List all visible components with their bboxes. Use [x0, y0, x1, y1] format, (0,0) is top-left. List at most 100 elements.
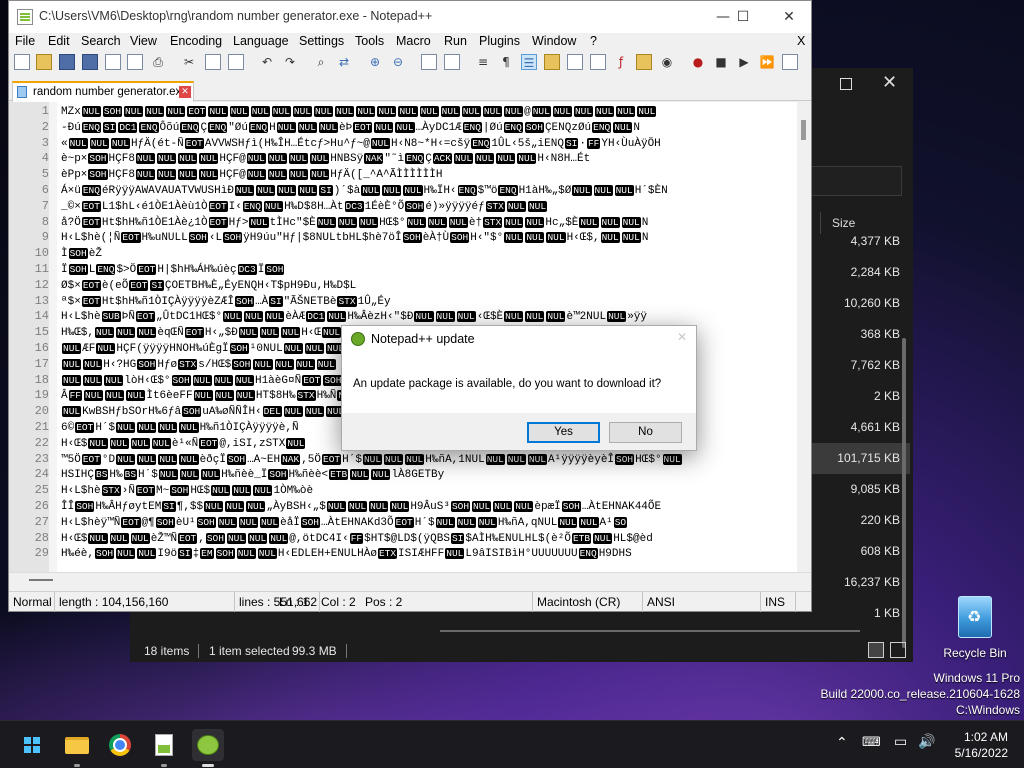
scroll-thumb[interactable]: [801, 120, 806, 140]
no-button[interactable]: No: [609, 422, 682, 443]
menu-view[interactable]: View: [130, 34, 157, 48]
zoom-in-icon[interactable]: ⊕: [367, 54, 383, 70]
yes-button[interactable]: Yes: [527, 422, 600, 443]
code-line[interactable]: «NUL NUL NUL HƒÄ(ét-Ñ EOT AVVWSHƒì(H‰ÎH…Étcƒ>…: [61, 136, 799, 152]
code-line[interactable]: ™5Ö EOT °D NUL NUL NUL NUL èðçÏ SOH …A~EH NAK ,5Ö EO…: [61, 452, 799, 468]
file-size-cell[interactable]: 4,661 KB: [810, 412, 910, 443]
file-size-cell[interactable]: 10,260 KB: [810, 288, 910, 319]
close-button[interactable]: ✕: [769, 5, 809, 29]
zoom-out-icon[interactable]: ⊖: [390, 54, 406, 70]
file-size-cell[interactable]: 9,085 KB: [810, 474, 910, 505]
menu-language[interactable]: Language: [233, 34, 289, 48]
code-line[interactable]: Ï SOH L ENQ $>Ö EOT H|$hH‰ÁH‰úèç DC3 Ï SOH: [61, 262, 799, 278]
file-size-cell[interactable]: 220 KB: [810, 505, 910, 536]
start-icon[interactable]: [16, 729, 48, 761]
show-all-characters-icon[interactable]: ¶: [498, 54, 514, 70]
code-line[interactable]: ª$× EOT Ht$hH‰ñ1ÒIÇÀÿÿÿÿèZÆÎ SOH …À SI "ÃŠNETB…: [61, 294, 799, 310]
horizontal-scroll-thumb[interactable]: [29, 579, 53, 581]
record-macro-icon[interactable]: ●: [690, 54, 706, 70]
code-line[interactable]: H‹Œ$ NUL NUL NUL èŽ™Ñ EOT, SOH NUL NUL NUL @,ötDC4…: [61, 531, 799, 547]
keyboard-icon[interactable]: ⌨: [862, 735, 881, 768]
file-size-cell[interactable]: 16,237 KB: [810, 567, 910, 598]
chrome-icon[interactable]: [104, 729, 136, 761]
word-wrap-icon[interactable]: ≡: [475, 54, 491, 70]
menu-help[interactable]: ?: [590, 34, 597, 48]
indent-guide-icon[interactable]: ☰: [521, 54, 537, 70]
file-size-cell[interactable]: 368 KB: [810, 319, 910, 350]
code-line[interactable]: H‹L$hè(¦Ñ EOT H‰uNULL SOH ‹L SOH ÿH9úu"Hƒ|$8NU…: [61, 230, 799, 246]
code-line[interactable]: å?Ö EOT Ht$hH‰ñ1ÒE1Àè¿1Ò EOT Hƒ> NUL tÌHc"$È NU…: [61, 215, 799, 231]
code-line[interactable]: H‹L$hèÿ™Ñ EOT @¶ SOH èU¹ SOH NUL NUL NUL èåÏ SOH …À…: [61, 515, 799, 531]
details-view-icon[interactable]: [868, 642, 884, 658]
explorer-search-box[interactable]: [810, 166, 902, 196]
file-explorer-icon[interactable]: [61, 729, 93, 761]
code-line[interactable]: ÎÎ SOH H‰ÂHƒøytEM SI ¶,$$ NUL NUL NUL „ÀyBSH‹„$ N…: [61, 499, 799, 515]
status-eol[interactable]: Macintosh (CR): [533, 592, 643, 612]
tiles-view-icon[interactable]: [890, 642, 906, 658]
system-clock[interactable]: 1:02 AM 5/16/2022: [938, 729, 1008, 761]
menu-settings[interactable]: Settings: [299, 34, 344, 48]
menu-window[interactable]: Window: [532, 34, 576, 48]
volume-icon[interactable]: 🔊: [918, 734, 935, 768]
editor-horizontal-scrollbar[interactable]: [9, 572, 811, 588]
menu-macro[interactable]: Macro: [396, 34, 431, 48]
file-size-cell[interactable]: 7,762 KB: [810, 350, 910, 381]
run-macro-multiple-icon[interactable]: ⏩: [759, 54, 775, 70]
close-document-button[interactable]: X: [797, 34, 805, 48]
paste-icon[interactable]: [228, 54, 244, 70]
playback-macro-icon[interactable]: ▶: [736, 54, 752, 70]
cut-icon[interactable]: ✂: [181, 54, 197, 70]
title-bar[interactable]: C:\Users\VM6\Desktop\rng\random number g…: [9, 1, 811, 33]
code-line[interactable]: _©× EOT L1$hL‹é1ÒE1Àèù1Ò EOT I‹ ENQ NUL H‰D$8H……: [61, 199, 799, 215]
menu-edit[interactable]: Edit: [48, 34, 70, 48]
monitoring-icon[interactable]: ◉: [659, 54, 675, 70]
stop-recording-icon[interactable]: ■: [713, 54, 729, 70]
file-size-cell[interactable]: 608 KB: [810, 536, 910, 567]
document-tab[interactable]: random number generator.exe ✕: [12, 81, 194, 102]
fold-margin[interactable]: [49, 102, 57, 572]
status-insert-mode[interactable]: INS: [761, 592, 796, 612]
code-line[interactable]: Ø$× EOT è(eÕ EOT SI ÇOETBH‰È„ÉyENQH‹T$pH9Ðu,H…: [61, 278, 799, 294]
copy-icon[interactable]: [205, 54, 221, 70]
find-icon[interactable]: ⌕: [313, 54, 329, 70]
sync-horizontal-icon[interactable]: [444, 54, 460, 70]
status-encoding[interactable]: ANSI: [643, 592, 761, 612]
print-icon[interactable]: ⎙: [150, 54, 166, 70]
code-line[interactable]: è~p× SOH HÇF8 NUL NUL NUL NUL HÇF@ NUL NUL NUL NUL H…: [61, 151, 799, 167]
code-line[interactable]: Á×ü ENQ éRÿÿÿAWAVAUATVWUSHìÐ NUL NUL NUL NUL SI…: [61, 183, 799, 199]
menu-plugins[interactable]: Plugins: [479, 34, 520, 48]
notepad-icon[interactable]: [148, 729, 180, 761]
replace-icon[interactable]: ⇄: [336, 54, 352, 70]
editor-vertical-scrollbar[interactable]: [797, 102, 811, 572]
file-size-cell[interactable]: 4,377 KB: [810, 226, 910, 257]
save-icon[interactable]: [59, 54, 75, 70]
sync-vertical-icon[interactable]: [421, 54, 437, 70]
explorer-close-button[interactable]: ✕: [882, 72, 897, 93]
file-size-cell[interactable]: 2,284 KB: [810, 257, 910, 288]
network-icon[interactable]: ▭: [894, 734, 907, 768]
code-line[interactable]: Ì SOH èŽ: [61, 246, 799, 262]
menu-search[interactable]: Search: [81, 34, 121, 48]
file-size-cell[interactable]: 1 KB: [810, 598, 910, 629]
udl-icon[interactable]: [544, 54, 560, 70]
folder-as-workspace-icon[interactable]: [636, 54, 652, 70]
code-line[interactable]: -Ðú ENQ SI DC1 ENQ Ôõú ENQ Ç ENQ "Øú ENQ H NUL NUL NUL…: [61, 120, 799, 136]
redo-icon[interactable]: ↷: [282, 54, 298, 70]
close-all-icon[interactable]: [127, 54, 143, 70]
file-size-cell[interactable]: 2 KB: [810, 381, 910, 412]
document-list-icon[interactable]: [590, 54, 606, 70]
menu-encoding[interactable]: Encoding: [170, 34, 222, 48]
explorer-maximize-button[interactable]: [840, 78, 852, 90]
code-line[interactable]: H‹L$hè SUB ÞÑ EOT „ÛtDC1HŒ$° NUL NUL NUL èÀÆ DC1 N…: [61, 309, 799, 325]
code-line[interactable]: H‹L$hè STX ›Ñ EOT M~ SOH HŒ$ NUL NUL NUL 1ÒM‰òè: [61, 483, 799, 499]
tab-close-icon[interactable]: ✕: [179, 86, 191, 98]
function-list-icon[interactable]: ƒ: [613, 54, 629, 70]
notepad-plus-plus-icon[interactable]: [192, 729, 224, 761]
code-line[interactable]: HSIHÇ BS H‰ BS H´$ NUL NUL NUL H‰ñèè_Ï SOH H‰ñèè< E…: [61, 467, 799, 483]
new-file-icon[interactable]: [14, 54, 30, 70]
code-line[interactable]: èPp× SOH HÇF8 NUL NUL NUL NUL HÇF@ NUL NUL NUL NUL H…: [61, 167, 799, 183]
dialog-close-icon[interactable]: ✕: [677, 330, 687, 344]
explorer-scrollbar[interactable]: [902, 338, 906, 648]
save-all-icon[interactable]: [82, 54, 98, 70]
open-file-icon[interactable]: [36, 54, 52, 70]
